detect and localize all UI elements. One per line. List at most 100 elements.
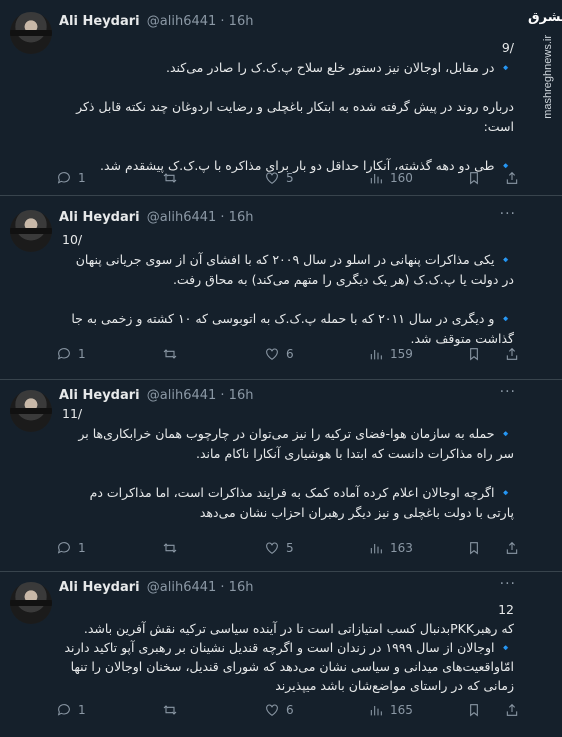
bookmark-icon [470,172,478,185]
reply-icon [57,704,70,716]
retweet-icon [163,173,177,183]
avatar[interactable] [10,210,52,252]
like-button[interactable]: 6 [264,702,294,718]
share-button[interactable] [504,170,520,186]
thread-index: 12 [498,602,514,617]
more-options-icon[interactable]: ··· [500,206,516,222]
thread-index: 11/ [62,406,83,421]
views-button[interactable]: 160 [368,170,413,186]
views-button[interactable]: 165 [368,702,413,718]
reply-button[interactable]: 1 [56,702,86,718]
views-icon [370,706,382,716]
reply-button[interactable]: 1 [56,170,86,186]
reply-button[interactable]: 1 [56,346,86,362]
tweet-line: 🔹 و دیگری در سال ۲۰۱۱ که با حمله پ.ک.ک ب… [71,311,514,346]
bookmark-icon [470,348,478,361]
share-icon [506,171,518,184]
tweet-header: Ali Heydari @alih6441 · 16h [59,580,253,600]
reply-icon [57,172,70,184]
bookmark-button[interactable] [466,170,482,186]
bookmark-icon [470,704,478,717]
author-handle[interactable]: @alih6441 · 16h [147,14,254,29]
tweet-text: 11/ 🔹 حمله به سازمان هوا-فضای ترکیه را ن… [62,404,514,523]
share-button[interactable] [504,346,520,362]
retweet-button[interactable] [162,346,178,362]
like-count: 5 [286,171,294,185]
views-button[interactable]: 159 [368,346,413,362]
heart-icon [266,172,278,184]
views-icon [370,174,382,184]
tweet-line: که رهبرPKKبدنبال کسب امتیازاتی است تا در… [83,621,514,636]
tweet-line: درباره روند در پیش گرفته شده به ابتکار ب… [76,99,514,134]
author-handle[interactable]: @alih6441 · 16h [147,210,254,225]
retweet-icon [163,705,177,715]
retweet-button[interactable] [162,702,178,718]
bookmark-button[interactable] [466,540,482,556]
tweet-text: 12 که رهبرPKKبدنبال کسب امتیازاتی است تا… [62,600,514,695]
author-handle[interactable]: @alih6441 · 16h [147,388,254,403]
retweet-button[interactable] [162,540,178,556]
tweet-line: 🔹 اوجالان از سال ۱۹۹۹ در زندان است و اگر… [64,640,514,693]
share-button[interactable] [504,702,520,718]
view-count: 160 [390,171,413,185]
avatar[interactable] [10,582,52,624]
tweet[interactable]: Ali Heydari @alih6441 · 16h ··· 10/ 🔹 یک… [0,196,562,380]
tweet-actions: 1 6 159 [54,346,524,366]
retweet-button[interactable] [162,170,178,186]
reply-count: 1 [78,171,86,185]
tweet[interactable]: Ali Heydari @alih6441 · 16h 9/ 🔹 در مقاب… [0,0,562,196]
reply-icon [57,348,70,360]
retweet-icon [163,543,177,553]
reply-count: 1 [78,347,86,361]
tweet[interactable]: Ali Heydari @alih6441 · 16h ··· 11/ 🔹 حم… [0,380,562,572]
tweet-text: 9/ 🔹 در مقابل، اوجالان نیز دستور خلع سلا… [62,38,514,176]
bookmark-button[interactable] [466,346,482,362]
author-name[interactable]: Ali Heydari [59,580,140,595]
tweet-line: 🔹 یکی مذاکرات پنهانی در اسلو در سال ۲۰۰۹… [75,252,514,287]
share-icon [506,541,518,554]
tweet-actions: 1 5 160 [54,170,524,190]
tweet-line: 🔹 در مقابل، اوجالان نیز دستور خلع سلاح پ… [165,60,514,75]
like-count: 6 [286,347,294,361]
avatar[interactable] [10,12,52,54]
avatar[interactable] [10,390,52,432]
tweet-line: 🔹 اگرچه اوجالان اعلام کرده آماده کمک به … [89,485,514,520]
like-count: 5 [286,541,294,555]
heart-icon [266,348,278,360]
views-icon [370,544,382,554]
tweet-actions: 1 6 165 [54,702,524,722]
tweet-text: 10/ 🔹 یکی مذاکرات پنهانی در اسلو در سال … [62,230,514,349]
share-button[interactable] [504,540,520,556]
bookmark-button[interactable] [466,702,482,718]
thread-index: 9/ [501,40,514,55]
author-name[interactable]: Ali Heydari [59,210,140,225]
tweet-actions: 1 5 163 [54,540,524,560]
author-name[interactable]: Ali Heydari [59,388,140,403]
thread-index: 10/ [62,232,83,247]
tweet-line: 🔹 حمله به سازمان هوا-فضای ترکیه را نیز م… [78,426,514,461]
author-name[interactable]: Ali Heydari [59,14,140,29]
view-count: 159 [390,347,413,361]
heart-icon [266,542,278,554]
author-handle[interactable]: @alih6441 · 16h [147,580,254,595]
view-count: 165 [390,703,413,717]
like-button[interactable]: 5 [264,540,294,556]
more-options-icon[interactable]: ··· [500,576,516,592]
reply-count: 1 [78,703,86,717]
retweet-icon [163,349,177,359]
view-count: 163 [390,541,413,555]
heart-icon [266,704,278,716]
views-button[interactable]: 163 [368,540,413,556]
share-icon [506,347,518,360]
tweet-header: Ali Heydari @alih6441 · 16h [59,14,253,34]
bookmark-icon [470,542,478,555]
like-button[interactable]: 5 [264,170,294,186]
reply-button[interactable]: 1 [56,540,86,556]
like-button[interactable]: 6 [264,346,294,362]
tweet-header: Ali Heydari @alih6441 · 16h [59,210,253,230]
reply-count: 1 [78,541,86,555]
like-count: 6 [286,703,294,717]
reply-icon [57,542,70,554]
more-options-icon[interactable]: ··· [500,384,516,400]
tweet[interactable]: Ali Heydari @alih6441 · 16h ··· 12 که ره… [0,572,562,737]
